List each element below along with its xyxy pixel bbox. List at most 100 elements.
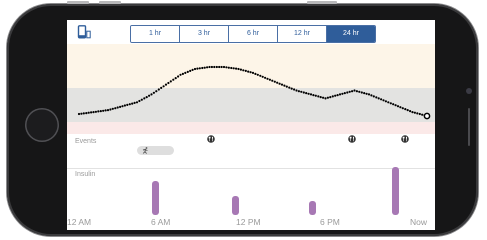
- glucose-point: [305, 92, 308, 95]
- glucose-point: [411, 111, 414, 114]
- insulin-bar[interactable]: [152, 181, 160, 215]
- range-24hr-button[interactable]: 24 hr: [327, 26, 375, 42]
- glucose-point: [133, 101, 136, 104]
- glucose-point: [280, 83, 284, 86]
- glucose-point: [290, 87, 293, 90]
- glucose-point: [416, 112, 419, 115]
- fork-knife-icon[interactable]: [207, 135, 215, 143]
- glucose-point: [215, 65, 218, 69]
- glucose-point: [309, 93, 313, 96]
- fork-knife-icon[interactable]: [347, 135, 356, 143]
- glucose-point: [326, 96, 329, 99]
- glucose-point: [244, 69, 247, 72]
- glucose-point: [186, 70, 189, 73]
- range-12hr-button[interactable]: 12 hr: [278, 26, 327, 42]
- range-1hr-button[interactable]: 1 hr: [131, 26, 180, 42]
- glucose-chart[interactable]: [67, 44, 435, 134]
- glucose-point: [278, 82, 281, 85]
- glucose-point: [259, 74, 262, 77]
- insulin-bar[interactable]: [391, 167, 399, 215]
- glucose-point: [300, 90, 303, 93]
- time-axis: 12 AM 6 AM 12 PM 6 PM Now: [67, 216, 435, 230]
- glucose-point: [382, 99, 385, 102]
- glucose-point: [372, 95, 375, 98]
- insulin-bar[interactable]: [232, 195, 240, 215]
- glucose-point: [160, 86, 163, 89]
- glucose-point: [128, 103, 131, 106]
- glucose-point: [346, 91, 349, 94]
- glucose-point: [222, 65, 226, 69]
- glucose-point: [94, 110, 97, 113]
- glucose-point: [90, 111, 93, 114]
- glucose-point: [341, 92, 344, 95]
- glucose-point: [285, 85, 288, 88]
- glucose-point: [237, 67, 240, 71]
- glucose-point: [232, 67, 235, 70]
- current-glucose-marker[interactable]: [423, 112, 431, 120]
- glucose-point: [87, 111, 90, 114]
- glucose-point: [251, 71, 255, 74]
- glucose-point: [418, 112, 421, 116]
- exercise-event[interactable]: [137, 146, 174, 155]
- glucose-point: [111, 107, 114, 110]
- glucose-point: [370, 94, 373, 97]
- insulin-lane: Insulin: [67, 167, 435, 216]
- glucose-point: [404, 108, 407, 111]
- front-camera: [466, 88, 472, 94]
- glucose-point: [295, 89, 298, 92]
- glucose-point: [196, 67, 199, 70]
- glucose-point: [242, 69, 245, 72]
- tick-label-6pm: 6 PM: [320, 217, 340, 227]
- glucose-point: [268, 78, 271, 81]
- glucose-point: [179, 73, 182, 76]
- glucose-point: [80, 112, 83, 115]
- glucose-point: [413, 111, 416, 114]
- glucose-point: [189, 69, 192, 72]
- glucose-point: [334, 94, 337, 97]
- tick-label-now: Now: [410, 217, 428, 227]
- insulin-bar[interactable]: [309, 200, 316, 215]
- glucose-point: [389, 102, 392, 105]
- glucose-point: [392, 103, 395, 106]
- glucose-point: [266, 77, 269, 80]
- glucose-point: [123, 104, 126, 107]
- glucose-point: [256, 73, 259, 76]
- glucose-point: [152, 91, 155, 94]
- glucose-point: [365, 92, 368, 95]
- glucose-point: [276, 81, 279, 84]
- glucose-point: [358, 90, 361, 93]
- glucose-point: [329, 96, 332, 99]
- glucose-point: [336, 94, 339, 97]
- glucose-point: [135, 101, 139, 104]
- glucose-point: [235, 67, 238, 70]
- glucose-point: [85, 112, 88, 115]
- volume-down-button: [99, 1, 121, 4]
- glucose-point: [181, 72, 184, 75]
- glucose-point: [109, 108, 112, 111]
- range-3hr-button[interactable]: 3 hr: [180, 26, 229, 42]
- home-button[interactable]: [25, 108, 59, 142]
- glucose-point: [421, 113, 424, 116]
- glucose-point: [104, 109, 107, 112]
- fork-knife-icon[interactable]: [401, 135, 410, 143]
- glucose-point: [307, 92, 310, 95]
- glucose-point: [169, 80, 172, 83]
- glucose-point: [131, 102, 134, 105]
- glucose-point: [331, 95, 334, 98]
- device-status-icon[interactable]: [77, 25, 91, 39]
- time-range-selector: 1 hr 3 hr 6 hr 12 hr 24 hr: [130, 25, 376, 43]
- glucose-point: [394, 104, 397, 107]
- glucose-point: [406, 109, 409, 112]
- range-6hr-button[interactable]: 6 hr: [229, 26, 278, 42]
- glucose-point: [271, 79, 274, 82]
- glucose-point: [401, 107, 404, 110]
- glucose-point: [409, 110, 412, 113]
- glucose-point: [143, 97, 146, 100]
- glucose-point: [119, 105, 122, 108]
- glucose-point: [380, 98, 383, 101]
- glucose-point: [206, 66, 209, 69]
- glucose-point: [193, 67, 197, 71]
- glucose-point: [384, 100, 387, 103]
- glucose-point: [239, 68, 242, 71]
- glucose-point: [177, 75, 180, 78]
